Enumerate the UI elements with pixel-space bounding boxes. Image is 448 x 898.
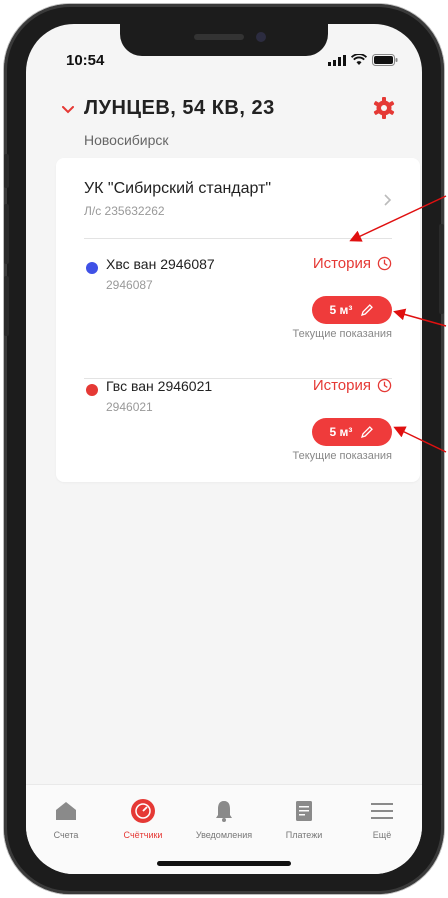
meter-icon — [131, 799, 155, 823]
meter-item-hot-water: Гвс ван 2946021 2946021 История 5 м³ Тек… — [84, 377, 392, 488]
receipt-icon — [296, 801, 312, 821]
tab-label: Платежи — [285, 830, 323, 840]
meter-name: Хвс ван 2946087 — [106, 256, 215, 272]
wifi-icon — [351, 54, 367, 65]
clock-icon — [377, 256, 392, 271]
tab-label: Уведомления — [195, 830, 253, 840]
app-screen: 10:54 ЛУНЦЕВ, 54 КВ, 23 Новосибирск УК "… — [26, 24, 422, 874]
meter-name: Гвс ван 2946021 — [106, 378, 213, 394]
pencil-icon — [361, 426, 374, 438]
tab-notifications[interactable]: Уведомления — [186, 797, 262, 840]
org-name: УК "Сибирский стандарт" — [84, 180, 272, 197]
status-time: 10:54 — [66, 52, 105, 69]
reading-caption: Текущие показания — [292, 328, 392, 340]
meters-card: УК "Сибирский стандарт" Л/с 235632262 Хв… — [56, 158, 420, 482]
tab-label: Счета — [53, 830, 79, 840]
meter-status-dot — [86, 262, 98, 274]
clock-icon — [377, 378, 392, 393]
meter-number: 2946087 — [106, 278, 153, 292]
reading-button[interactable]: 5 м³ — [312, 296, 392, 324]
front-camera — [256, 32, 266, 42]
tab-bar: Счета Счётчики Уведомления Платежи Ещё — [26, 784, 422, 874]
chevron-right-icon — [384, 194, 392, 206]
reading-button[interactable]: 5 м³ — [312, 418, 392, 446]
reading-caption: Текущие показания — [292, 450, 392, 462]
tab-meters[interactable]: Счётчики — [105, 797, 181, 840]
tab-payments[interactable]: Платежи — [266, 797, 342, 840]
history-label: История — [312, 377, 371, 394]
power-button — [439, 224, 444, 314]
tab-label: Ещё — [372, 830, 392, 840]
signal-icon — [328, 54, 346, 66]
meter-number: 2946021 — [106, 400, 153, 414]
home-indicator — [157, 861, 291, 866]
reading-value: 5 м³ — [329, 425, 353, 439]
battery-icon — [372, 54, 398, 66]
meter-status-dot — [86, 384, 98, 396]
speaker — [194, 34, 244, 40]
pencil-icon — [361, 304, 374, 316]
account-number: Л/с 235632262 — [84, 204, 165, 218]
menu-icon — [371, 803, 393, 819]
reading-value: 5 м³ — [329, 303, 353, 317]
volume-up-button — [4, 204, 9, 264]
gear-icon[interactable] — [372, 96, 396, 120]
volume-down-button — [4, 276, 9, 336]
history-button[interactable]: История — [313, 377, 392, 394]
home-icon — [56, 802, 76, 820]
notch — [120, 24, 328, 56]
bell-icon — [216, 801, 232, 822]
city-label: Новосибирск — [84, 132, 169, 148]
phone-frame: 10:54 ЛУНЦЕВ, 54 КВ, 23 Новосибирск УК "… — [4, 4, 444, 894]
tab-accounts[interactable]: Счета — [28, 797, 104, 840]
chevron-down-icon[interactable] — [62, 106, 74, 114]
mute-switch — [4, 154, 9, 188]
status-icons — [328, 54, 398, 66]
divider — [84, 238, 392, 239]
tab-more[interactable]: Ещё — [344, 797, 420, 840]
history-label: История — [312, 255, 371, 272]
meter-item-cold-water: Хвс ван 2946087 2946087 История 5 м³ Тек… — [84, 255, 392, 366]
history-button[interactable]: История — [313, 255, 392, 272]
address-title[interactable]: ЛУНЦЕВ, 54 КВ, 23 — [84, 97, 275, 120]
tab-label: Счётчики — [123, 830, 163, 840]
